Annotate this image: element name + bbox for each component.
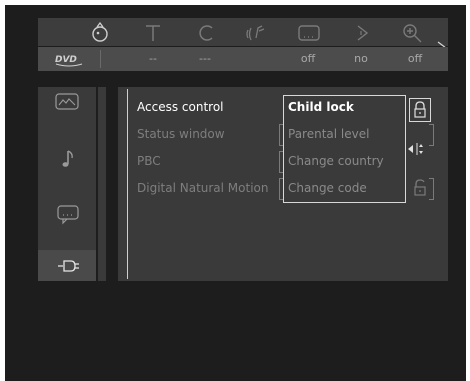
option-bracket [429,178,434,200]
value-play: no [354,52,368,65]
lock-open-icon[interactable] [412,178,428,198]
submenu-change-code[interactable]: Change code [288,181,367,195]
svg-text:DVD: DVD [55,55,77,65]
chapter-c-icon[interactable] [195,22,219,44]
menu-item-access-control[interactable]: Access control [137,100,224,114]
lock-closed-icon[interactable] [412,100,428,120]
submenu-child-lock[interactable]: Child lock [288,100,354,114]
speech-icon[interactable] [55,203,81,225]
divider [100,50,101,68]
menu-item-status-window[interactable]: Status window [137,127,225,141]
menu-item-digital-natural-motion[interactable]: Digital Natural Motion [137,181,269,195]
value-chapter: --- [199,52,211,65]
music-note-icon[interactable] [56,148,82,170]
subtitle-t-icon[interactable] [141,22,165,44]
menu-cursor-line [127,89,128,279]
angle-icon[interactable] [88,21,112,44]
value-subtitle: -- [149,52,157,65]
value-zoom: off [407,52,423,65]
menu-item-pbc[interactable]: PBC [137,154,161,168]
toggle-arrows-icon[interactable] [406,140,426,158]
value-bar: DVD -- --- off no off [38,47,448,71]
value-caption: off [300,52,316,65]
audio-icon[interactable] [245,22,269,44]
option-bracket [429,124,434,146]
submenu-parental-level[interactable]: Parental level [288,127,369,141]
settings-plug-icon[interactable] [55,255,81,277]
dvd-icon: DVD [54,51,84,67]
sidebar-strip [98,87,106,281]
picture-icon[interactable] [54,91,80,113]
submenu-change-country[interactable]: Change country [288,154,384,168]
